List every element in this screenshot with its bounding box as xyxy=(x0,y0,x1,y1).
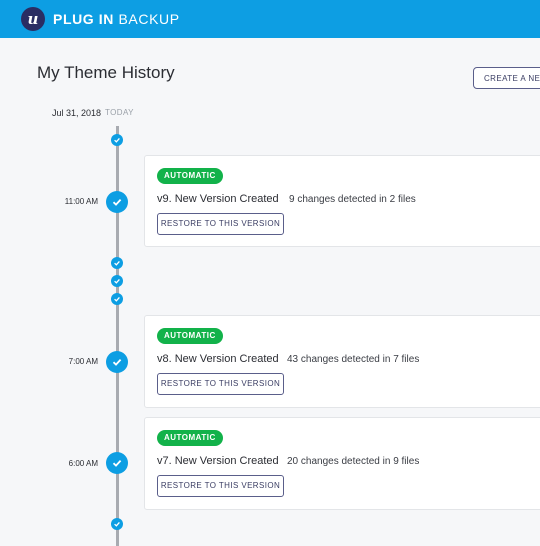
version-title: v8. New Version Created xyxy=(157,353,279,365)
app-logo[interactable]: u xyxy=(21,7,45,31)
brand-bold: PLUG IN xyxy=(53,11,114,27)
brand-light: BACKUP xyxy=(118,11,180,27)
restore-button[interactable]: RESTORE TO THIS VERSION xyxy=(157,373,284,395)
check-icon xyxy=(114,137,120,143)
restore-button[interactable]: RESTORE TO THIS VERSION xyxy=(157,475,284,497)
today-label: TODAY xyxy=(105,108,134,117)
check-icon xyxy=(112,358,122,366)
check-icon xyxy=(114,278,120,284)
version-node xyxy=(106,191,128,213)
create-version-button[interactable]: CREATE A NEW xyxy=(473,67,540,89)
automatic-badge: AUTOMATIC xyxy=(157,430,223,446)
version-card: AUTOMATIC v7. New Version Created 20 cha… xyxy=(144,417,540,510)
version-time: 11:00 AM xyxy=(64,197,98,206)
timeline-dot xyxy=(111,257,123,269)
automatic-badge: AUTOMATIC xyxy=(157,168,223,184)
check-icon xyxy=(114,521,120,527)
version-changes: 20 changes detected in 9 files xyxy=(287,456,420,467)
version-node xyxy=(106,452,128,474)
version-time: 6:00 AM xyxy=(68,459,98,468)
timeline-dot xyxy=(111,518,123,530)
check-icon xyxy=(112,198,122,206)
version-node xyxy=(106,351,128,373)
automatic-badge: AUTOMATIC xyxy=(157,328,223,344)
version-changes: 9 changes detected in 2 files xyxy=(289,194,416,205)
top-bar: u PLUG IN BACKUP xyxy=(0,0,540,38)
check-icon xyxy=(112,459,122,467)
timeline-line xyxy=(116,126,119,546)
check-icon xyxy=(114,260,120,266)
timeline-date: Jul 31, 2018 xyxy=(52,108,102,118)
restore-button[interactable]: RESTORE TO THIS VERSION xyxy=(157,213,284,235)
version-card: AUTOMATIC v9. New Version Created 9 chan… xyxy=(144,155,540,247)
version-changes: 43 changes detected in 7 files xyxy=(287,354,420,365)
version-card: AUTOMATIC v8. New Version Created 43 cha… xyxy=(144,315,540,408)
check-icon xyxy=(114,296,120,302)
app-brand: PLUG IN BACKUP xyxy=(53,11,180,27)
timeline-dot xyxy=(111,293,123,305)
timeline-dot xyxy=(111,134,123,146)
page-title: My Theme History xyxy=(37,63,175,82)
version-title: v7. New Version Created xyxy=(157,455,279,467)
version-title: v9. New Version Created xyxy=(157,193,279,205)
version-time: 7:00 AM xyxy=(68,357,98,366)
timeline-dot xyxy=(111,275,123,287)
